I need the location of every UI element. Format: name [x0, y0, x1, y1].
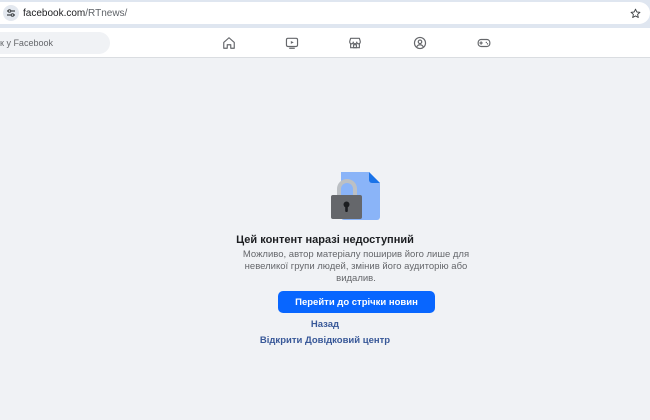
go-to-feed-button[interactable]: Перейти до стрічки новин [278, 291, 435, 313]
marketplace-icon[interactable] [346, 34, 364, 52]
video-icon[interactable] [283, 34, 301, 52]
url-path: /RTnews/ [85, 7, 128, 19]
tune-icon[interactable] [3, 5, 19, 21]
groups-icon[interactable] [411, 34, 429, 52]
unavailable-content-panel: Цей контент наразі недоступний Можливо, … [0, 59, 650, 420]
search-input[interactable]: к у Facebook [0, 32, 110, 54]
page-title: Цей контент наразі недоступний [236, 234, 414, 246]
browser-toolbar: facebook.com/RTnews/ [0, 0, 650, 28]
home-icon[interactable] [220, 34, 238, 52]
search-placeholder: к у Facebook [0, 38, 53, 48]
back-link[interactable]: Назад [0, 319, 650, 330]
message-text: Можливо, автор матеріалу поширив його ли… [242, 249, 470, 284]
facebook-header: к у Facebook [0, 28, 650, 58]
star-icon[interactable] [627, 5, 643, 21]
locked-document-icon [331, 172, 380, 220]
url-host: facebook.com [23, 7, 86, 19]
address-bar[interactable]: facebook.com/RTnews/ [0, 2, 650, 24]
help-center-link[interactable]: Відкрити Довідковий центр [0, 335, 650, 346]
url-text: facebook.com/RTnews/ [23, 8, 127, 19]
gaming-icon[interactable] [475, 34, 493, 52]
